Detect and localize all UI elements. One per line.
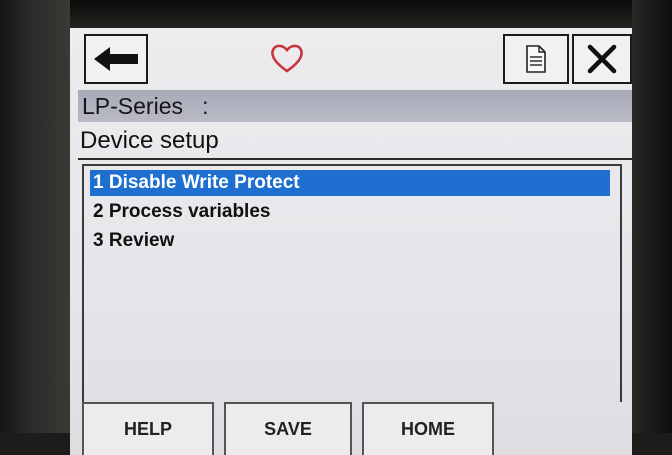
softkey-bar: HELP SAVE HOME <box>82 402 632 455</box>
close-button[interactable] <box>572 34 632 84</box>
arrow-left-icon <box>94 47 138 71</box>
back-button[interactable] <box>84 34 148 84</box>
home-button[interactable]: HOME <box>362 402 494 455</box>
menu-list: 1 Disable Write Protect 2 Process variab… <box>82 164 622 402</box>
toolbar <box>70 28 632 90</box>
document-button[interactable] <box>503 34 569 84</box>
menu-item-review[interactable]: 3 Review <box>90 228 610 254</box>
save-button[interactable]: SAVE <box>224 402 352 455</box>
document-icon <box>526 45 546 73</box>
device-title: LP-Series : <box>78 90 632 122</box>
device-screen: LP-Series : Device setup 1 Disable Write… <box>70 28 632 455</box>
heart-icon[interactable] <box>270 42 304 74</box>
device-bezel-top <box>0 0 672 28</box>
menu-item-process-variables[interactable]: 2 Process variables <box>90 199 610 225</box>
device-bezel-right <box>632 0 672 455</box>
page-title: Device setup <box>78 124 632 160</box>
menu-item-disable-write-protect[interactable]: 1 Disable Write Protect <box>90 170 610 196</box>
close-icon <box>587 44 617 74</box>
help-button[interactable]: HELP <box>82 402 214 455</box>
device-bezel-left <box>0 0 70 455</box>
